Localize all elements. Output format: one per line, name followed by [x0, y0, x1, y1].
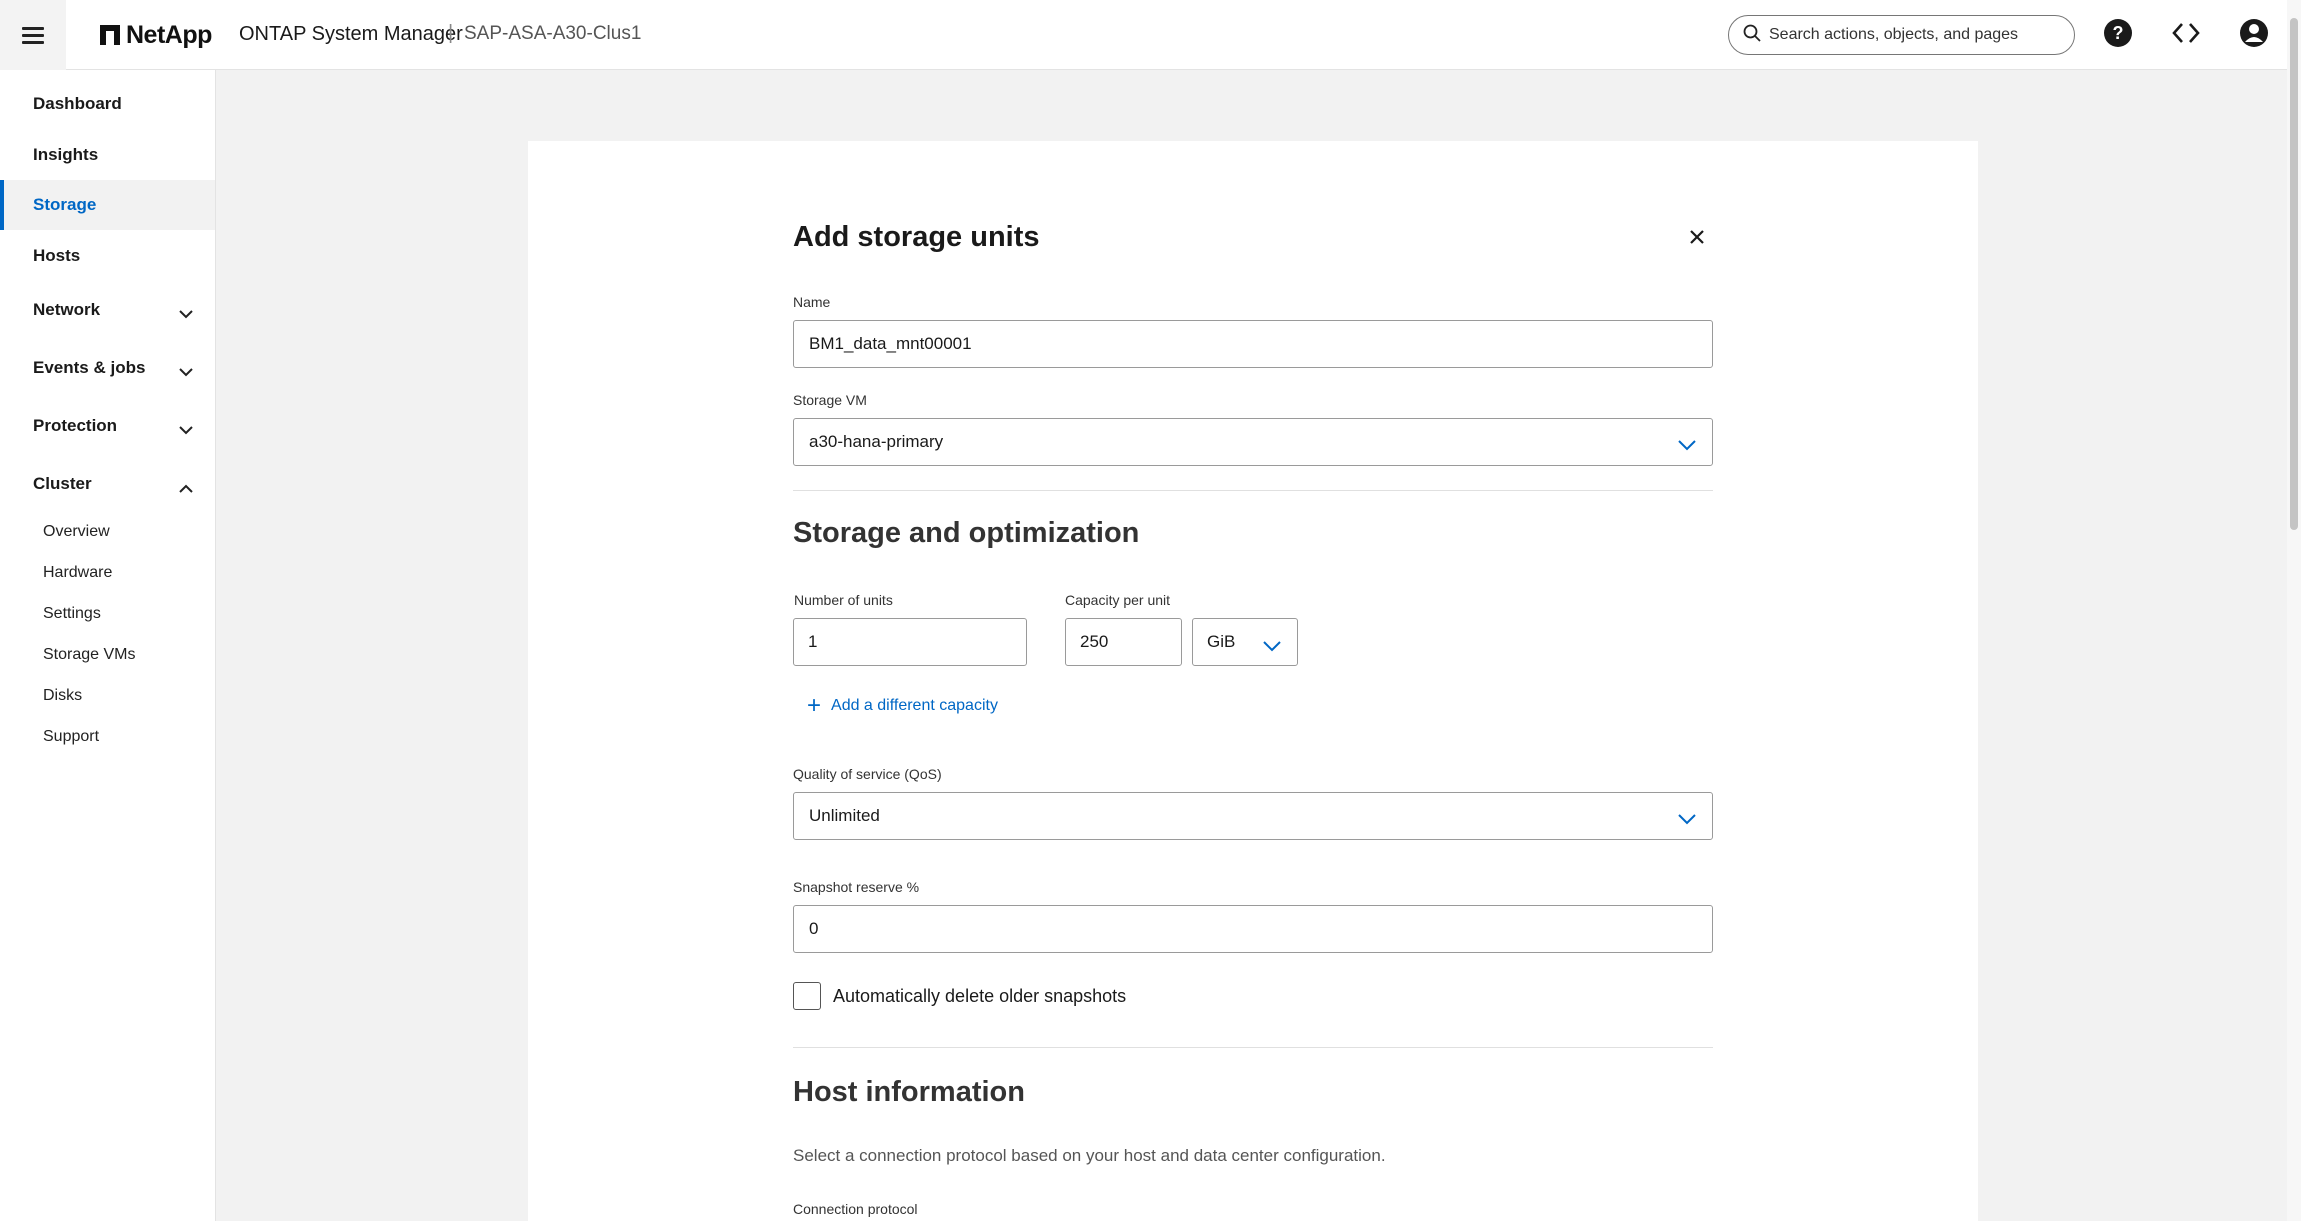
qos-select[interactable]: Unlimited	[793, 792, 1713, 840]
capacity-unit-value: GiB	[1207, 632, 1236, 651]
code-icon	[2171, 22, 2201, 49]
chevron-down-icon	[179, 304, 193, 324]
chevron-down-icon	[179, 362, 193, 382]
search-icon	[1743, 24, 1761, 47]
name-field-value: BM1_data_mnt00001	[809, 334, 972, 353]
qos-value: Unlimited	[809, 806, 880, 825]
sidebar-item-label: Network	[33, 300, 101, 319]
sidebar: Dashboard Insights Storage Hosts Network…	[0, 70, 216, 1221]
add-capacity-label: Add a different capacity	[831, 697, 998, 714]
snapshot-reserve-value: 0	[809, 919, 819, 938]
close-icon	[1689, 229, 1705, 250]
help-icon: ?	[2103, 18, 2133, 53]
capacity-unit-select[interactable]: GiB	[1192, 618, 1298, 666]
top-bar: NetApp ONTAP System Manager | SAP-ASA-A3…	[0, 0, 2301, 70]
section-title-host: Host information	[793, 1076, 1025, 1108]
dialog-title: Add storage units	[793, 221, 1040, 253]
sidebar-item-hosts[interactable]: Hosts	[0, 231, 215, 281]
sidebar-item-cluster[interactable]: Cluster	[0, 459, 215, 509]
section-title-storage: Storage and optimization	[793, 517, 1140, 549]
storage-vm-select[interactable]: a30-hana-primary	[793, 418, 1713, 466]
auto-delete-snapshots-option[interactable]: Automatically delete older snapshots	[793, 982, 1126, 1010]
connection-protocol-label: Connection protocol	[793, 1201, 918, 1217]
capacity-value: 250	[1080, 632, 1109, 651]
qos-label: Quality of service (QoS)	[793, 766, 942, 782]
product-name: ONTAP System Manager	[239, 23, 463, 45]
sidebar-subitem-hardware[interactable]: Hardware	[43, 564, 112, 582]
help-button[interactable]: ?	[2101, 18, 2135, 52]
auto-delete-label: Automatically delete older snapshots	[833, 985, 1127, 1006]
sidebar-item-insights[interactable]: Insights	[0, 130, 215, 180]
section-divider	[793, 1047, 1713, 1048]
storage-vm-value: a30-hana-primary	[809, 432, 944, 451]
chevron-down-icon	[1263, 637, 1281, 657]
close-button[interactable]	[1686, 228, 1708, 250]
sidebar-subitem-settings[interactable]: Settings	[43, 605, 101, 623]
add-different-capacity-link[interactable]: + Add a different capacity	[807, 692, 998, 719]
sidebar-item-label: Dashboard	[33, 94, 122, 113]
sidebar-item-events-jobs[interactable]: Events & jobs	[0, 343, 215, 393]
name-label: Name	[793, 294, 831, 310]
plus-icon: +	[807, 692, 822, 719]
sidebar-item-label: Events & jobs	[33, 358, 146, 377]
chevron-up-icon	[179, 478, 193, 498]
sidebar-item-network[interactable]: Network	[0, 285, 215, 335]
section-divider	[793, 490, 1713, 491]
hamburger-icon	[22, 27, 44, 44]
snapshot-reserve-label: Snapshot reserve %	[793, 879, 920, 895]
sidebar-item-protection[interactable]: Protection	[0, 401, 215, 451]
sidebar-item-label: Hosts	[33, 246, 81, 265]
add-storage-units-panel: Add storage units Name BM1_data_mnt00001…	[528, 141, 1978, 1221]
header-separator: |	[448, 22, 454, 44]
scrollbar-thumb[interactable]	[2290, 18, 2298, 530]
sidebar-item-label: Insights	[33, 145, 99, 164]
user-account-button[interactable]	[2237, 18, 2271, 52]
number-of-units-input[interactable]: 1	[793, 618, 1027, 666]
chevron-down-icon	[1678, 810, 1696, 830]
code-view-button[interactable]	[2169, 18, 2203, 52]
cluster-name: SAP-ASA-A30-Clus1	[464, 23, 642, 44]
units-label: Number of units	[794, 592, 893, 608]
brand-name: NetApp	[126, 20, 212, 49]
sidebar-item-label: Protection	[33, 416, 118, 435]
name-field[interactable]: BM1_data_mnt00001	[793, 320, 1713, 368]
capacity-label: Capacity per unit	[1065, 592, 1171, 608]
auto-delete-checkbox[interactable]	[793, 982, 821, 1010]
sidebar-subitem-overview[interactable]: Overview	[43, 523, 110, 541]
sidebar-subitem-support[interactable]: Support	[43, 728, 99, 746]
sidebar-item-label: Cluster	[33, 474, 92, 493]
sidebar-item-storage[interactable]: Storage	[0, 180, 215, 230]
chevron-down-icon	[179, 420, 193, 440]
sidebar-item-dashboard[interactable]: Dashboard	[0, 79, 215, 129]
sidebar-subitem-disks[interactable]: Disks	[43, 687, 82, 705]
sidebar-item-label: Storage	[33, 195, 97, 214]
search-input[interactable]	[1769, 26, 2059, 44]
host-help-text: Select a connection protocol based on yo…	[793, 1146, 1386, 1165]
sidebar-subitem-storage-vms[interactable]: Storage VMs	[43, 646, 135, 664]
page-scrollbar[interactable]	[2287, 0, 2301, 1221]
netapp-logo-mark	[100, 25, 120, 45]
chevron-down-icon	[1678, 436, 1696, 456]
user-icon	[2239, 18, 2269, 53]
snapshot-reserve-input[interactable]: 0	[793, 905, 1713, 953]
netapp-logo[interactable]: NetApp	[100, 20, 212, 50]
storage-vm-label: Storage VM	[793, 392, 867, 408]
global-search[interactable]	[1728, 15, 2075, 55]
hamburger-menu-button[interactable]	[0, 0, 66, 70]
units-value: 1	[808, 632, 818, 651]
capacity-input[interactable]: 250	[1065, 618, 1182, 666]
svg-text:?: ?	[2113, 23, 2124, 43]
